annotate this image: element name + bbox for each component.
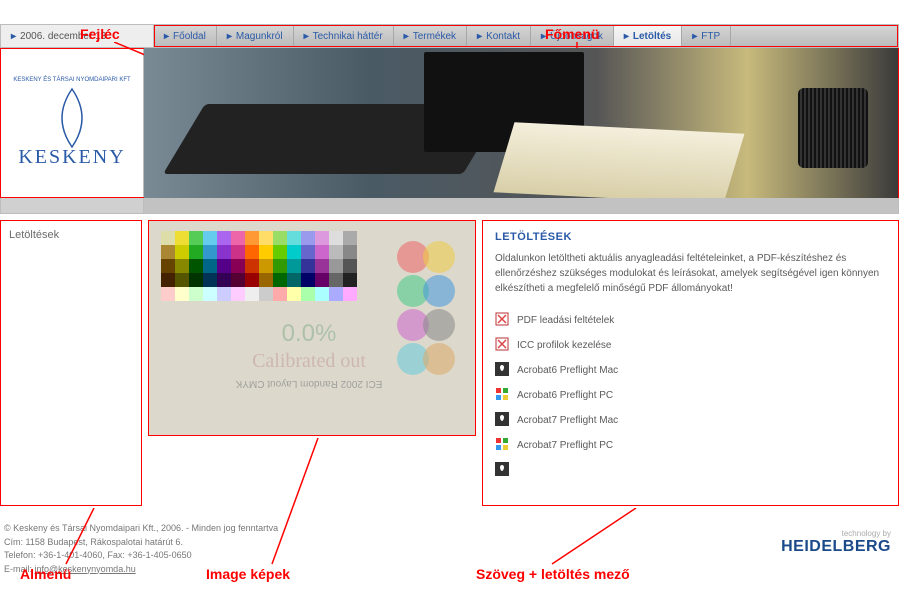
hero-banner xyxy=(144,48,898,198)
chevron-right-icon: ▸ xyxy=(304,31,309,42)
menu-item-let-lt-s[interactable]: ▸ Letöltés xyxy=(614,25,682,47)
download-label: Acrobat7 Preflight PC xyxy=(517,440,613,451)
annotation-szoveg: Szöveg + letöltés mező xyxy=(476,566,630,582)
download-label: ICC profilok kezelése xyxy=(517,340,611,351)
win-icon xyxy=(495,437,509,454)
annotation-fomenu: Főmenü xyxy=(545,26,599,42)
menu-label: Magunkról xyxy=(236,31,283,42)
footer-copyright: © Keskeny és Társai Nyomdaipari Kft., 20… xyxy=(4,522,899,536)
content-title: LETÖLTÉSEK xyxy=(495,231,886,243)
menu-item-technikai-h-tt-r[interactable]: ▸ Technikai háttér xyxy=(294,25,394,47)
menu-label: Termékek xyxy=(413,31,456,42)
download-item[interactable]: ICC profilok kezelése xyxy=(495,333,886,358)
menu-item-ftp[interactable]: ▸ FTP xyxy=(682,25,731,47)
content-panel: LETÖLTÉSEK Oldalunkon letöltheti aktuáli… xyxy=(482,220,899,506)
calibration-overlay: 0.0% Calibrated out ECI 2002 Random Layo… xyxy=(149,221,476,436)
footer-email: E-mail: info@keskenynyomda.hu xyxy=(4,563,899,577)
download-list: PDF leadási feltételek ICC profilok kezel… xyxy=(495,308,886,483)
sub-strip xyxy=(0,198,899,214)
menu-item-magunkr-l[interactable]: ▸ Magunkról xyxy=(217,25,294,47)
chevron-right-icon: ▸ xyxy=(11,31,16,42)
download-item[interactable]: Acrobat7 Preflight Mac xyxy=(495,408,886,433)
mac-icon xyxy=(495,462,509,479)
annotation-fejlec: Fejléc xyxy=(80,26,120,42)
main-menu: ▸ Főoldal ▸ Magunkról ▸ Technikai háttér ▸ Term… xyxy=(154,25,898,47)
download-label: PDF leadási feltételek xyxy=(517,315,614,326)
chevron-right-icon: ▸ xyxy=(227,31,232,42)
keskeny-logo: KESKENY ÉS TÁRSAI NYOMDAIPARI KFT KESKEN… xyxy=(12,63,132,183)
menu-item-kontakt[interactable]: ▸ Kontakt xyxy=(467,25,531,47)
pdf-icon xyxy=(495,337,509,354)
annotation-image-kepek: Image képek xyxy=(206,566,290,582)
download-item[interactable] xyxy=(495,458,886,483)
content-intro: Oldalunkon letöltheti aktuális anyaglead… xyxy=(495,251,886,296)
annotation-almenu: Almenü xyxy=(20,566,71,582)
body-row: Letöltések 0.0% Calibrated out ECI 2002 … xyxy=(0,220,899,506)
download-item[interactable]: Acrobat7 Preflight PC xyxy=(495,433,886,458)
download-item[interactable]: Acrobat6 Preflight Mac xyxy=(495,358,886,383)
submenu-title: Letöltések xyxy=(9,229,59,241)
download-label: Acrobat7 Preflight Mac xyxy=(517,415,618,426)
footer: © Keskeny és Társai Nyomdaipari Kft., 20… xyxy=(0,516,899,576)
svg-text:KESKENY ÉS TÁRSAI NYOMDAIPARI: KESKENY ÉS TÁRSAI NYOMDAIPARI KFT xyxy=(13,76,131,83)
download-item[interactable]: Acrobat6 Preflight PC xyxy=(495,383,886,408)
win-icon xyxy=(495,387,509,404)
submenu-panel: Letöltések xyxy=(0,220,142,506)
menu-label: Kontakt xyxy=(486,31,520,42)
pdf-icon xyxy=(495,312,509,329)
download-item[interactable]: PDF leadási feltételek xyxy=(495,308,886,333)
mac-icon xyxy=(495,362,509,379)
menu-label: Letöltés xyxy=(633,31,671,42)
technology-by: technology by HEIDELBERG xyxy=(781,529,891,556)
menu-label: Főoldal xyxy=(173,31,206,42)
paper-box-graphic xyxy=(494,122,745,198)
svg-text:ECI 2002 Random Layout CMYK: ECI 2002 Random Layout CMYK xyxy=(235,378,382,389)
chevron-right-icon: ▸ xyxy=(164,31,169,42)
image-box: 0.0% Calibrated out ECI 2002 Random Layo… xyxy=(148,220,476,436)
download-label: Acrobat6 Preflight Mac xyxy=(517,365,618,376)
pen-holder-graphic xyxy=(798,88,868,168)
chevron-right-icon: ▸ xyxy=(477,31,482,42)
footer-phone: Telefon: +36-1-401-4060, Fax: +36-1-405-… xyxy=(4,549,899,563)
download-label: Acrobat6 Preflight PC xyxy=(517,390,613,401)
menu-label: FTP xyxy=(701,31,720,42)
chevron-right-icon: ▸ xyxy=(692,31,697,42)
logo-cell: KESKENY ÉS TÁRSAI NYOMDAIPARI KFT KESKEN… xyxy=(1,48,144,198)
chevron-right-icon: ▸ xyxy=(624,31,629,42)
svg-text:0.0%: 0.0% xyxy=(282,320,337,347)
footer-address: Cím: 1158 Budapest, Rákospalotai határút… xyxy=(4,536,899,550)
mac-icon xyxy=(495,412,509,429)
menu-label: Technikai háttér xyxy=(313,31,383,42)
chevron-right-icon: ▸ xyxy=(404,31,409,42)
header-row: KESKENY ÉS TÁRSAI NYOMDAIPARI KFT KESKEN… xyxy=(0,48,899,198)
menu-item-term-kek[interactable]: ▸ Termékek xyxy=(394,25,467,47)
svg-text:KESKENY: KESKENY xyxy=(18,146,125,168)
svg-text:Calibrated out: Calibrated out xyxy=(252,350,366,372)
